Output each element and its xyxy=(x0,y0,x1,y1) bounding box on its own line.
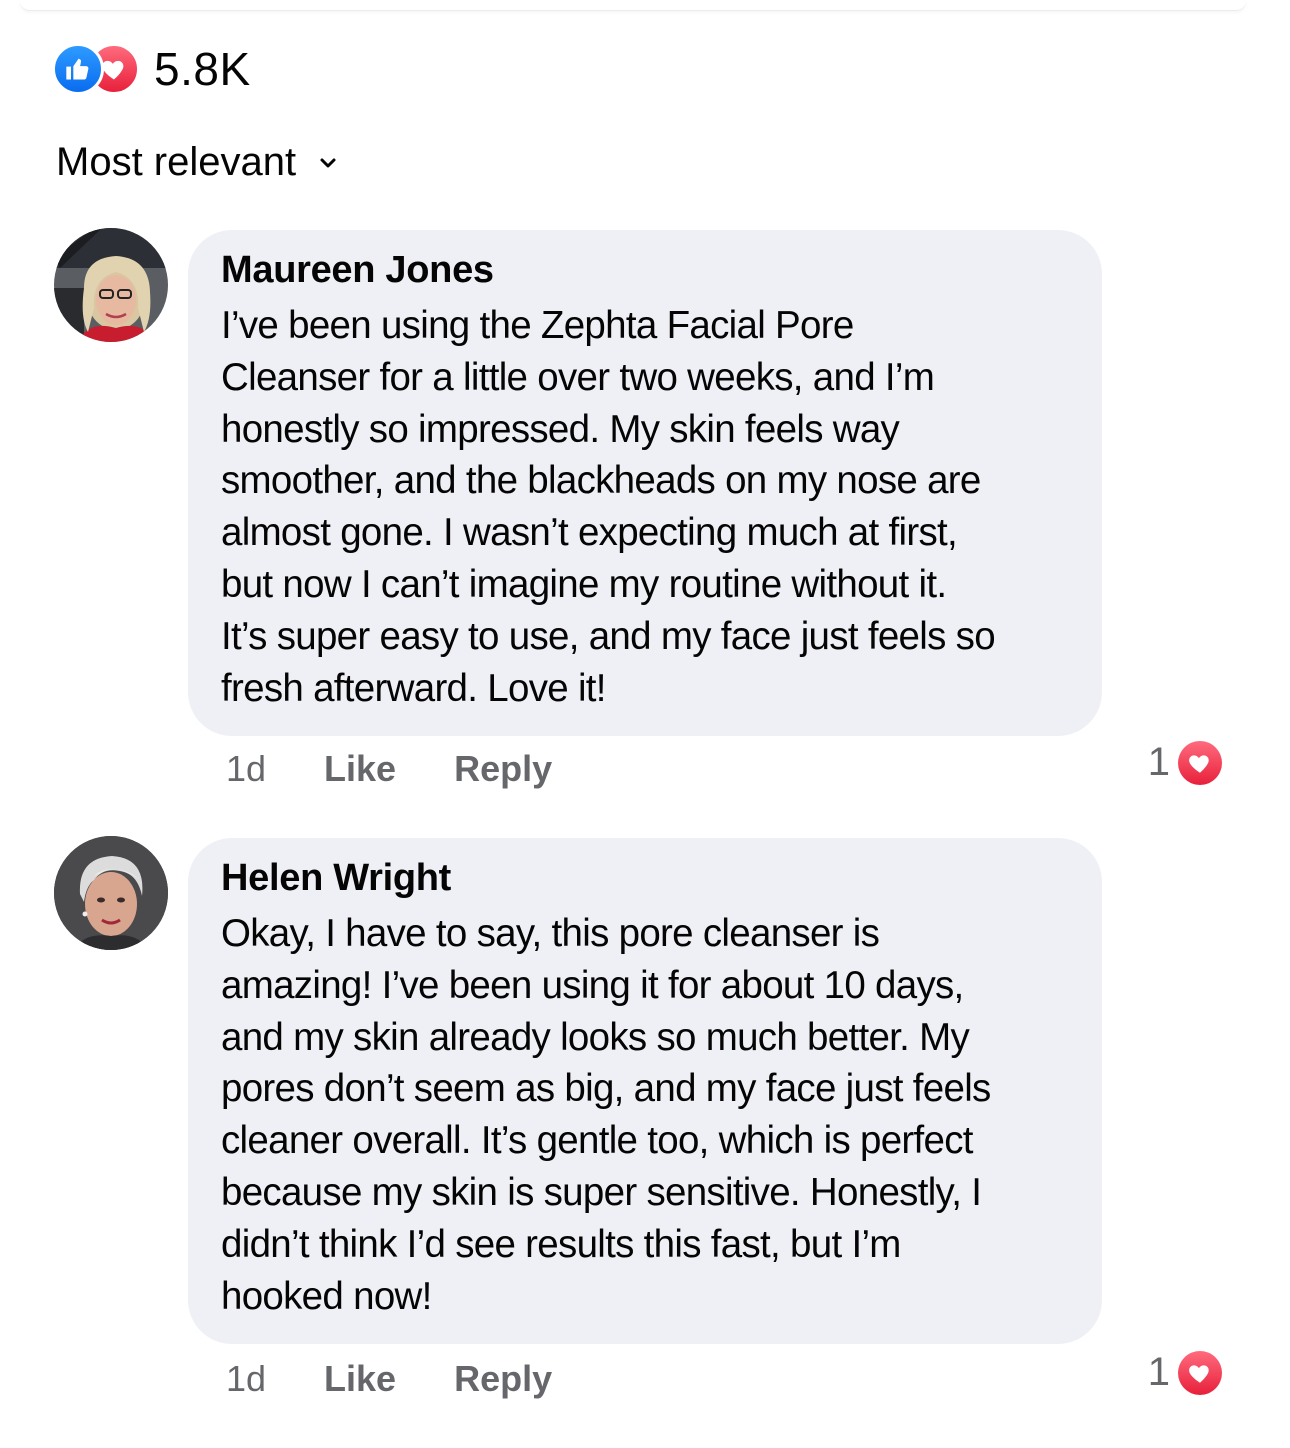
like-button[interactable]: Like xyxy=(324,1358,396,1400)
previous-card-edge xyxy=(20,0,1246,11)
reply-button[interactable]: Reply xyxy=(454,748,552,790)
comment-author[interactable]: Helen Wright xyxy=(221,856,1072,900)
avatar[interactable] xyxy=(54,836,168,950)
comment-timestamp[interactable]: 1d xyxy=(226,1358,266,1400)
sort-label: Most relevant xyxy=(56,140,297,184)
sort-dropdown[interactable]: Most relevant xyxy=(56,140,346,185)
comment-reactions[interactable]: 1 xyxy=(1148,1350,1222,1395)
comment-bubble: Helen Wright Okay, I have to say, this p… xyxy=(188,838,1102,1345)
comment-timestamp[interactable]: 1d xyxy=(226,748,266,790)
comment-actions: 1d Like Reply xyxy=(226,1358,552,1400)
comment-text: I’ve been using the Zephta Facial Pore C… xyxy=(221,304,996,710)
love-icon xyxy=(1178,1350,1222,1395)
comment-text: Okay, I have to say, this pore cleanser … xyxy=(221,912,991,1318)
like-icon xyxy=(52,43,104,95)
reactions-summary[interactable]: 5.8K xyxy=(52,43,251,95)
love-icon xyxy=(1178,740,1222,785)
comment-reaction-count: 1 xyxy=(1147,740,1170,784)
reaction-count: 5.8K xyxy=(154,43,251,95)
reply-button[interactable]: Reply xyxy=(454,1358,552,1400)
chevron-down-icon xyxy=(318,149,346,177)
comment-actions: 1d Like Reply xyxy=(226,748,552,790)
comment-reactions[interactable]: 1 xyxy=(1148,740,1222,785)
comment-bubble: Maureen Jones I’ve been using the Zephta… xyxy=(188,230,1102,737)
comment-reaction-count: 1 xyxy=(1147,1350,1170,1394)
comment-author[interactable]: Maureen Jones xyxy=(221,248,1072,292)
avatar[interactable] xyxy=(54,228,168,342)
like-button[interactable]: Like xyxy=(324,748,396,790)
